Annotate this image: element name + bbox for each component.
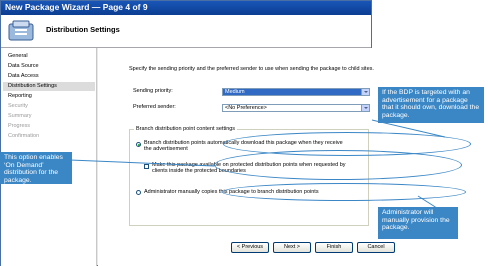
nav-item-distribution-settings[interactable]: Distribution Settings [3,82,95,91]
wizard-package-icon [8,20,34,41]
nav-item-confirmation: Confirmation [8,133,40,139]
cancel-button[interactable]: Cancel [357,242,395,253]
previous-button[interactable]: < Previous [231,242,269,253]
nav-item-data-access[interactable]: Data Access [3,72,95,81]
nav-item-data-source[interactable]: Data Source [3,62,95,71]
callout-manual: Administrator will manually provision th… [378,207,458,239]
chevron-down-icon[interactable] [361,89,369,95]
preferred-sender-value: <No Preference> [225,105,267,111]
manual-copy-radio[interactable] [136,190,141,195]
page-title: Distribution Settings [46,25,120,34]
nav-item-security: Security [8,103,28,109]
finish-button[interactable]: Finish [315,242,353,253]
title-bar[interactable]: New Package Wizard — Page 4 of 9 [1,1,371,15]
preferred-sender-select[interactable]: <No Preference> [222,104,370,112]
sending-priority-select[interactable]: Medium [222,88,370,96]
on-demand-checkbox[interactable] [144,164,149,169]
nav-item-summary: Summary [8,113,32,119]
sending-priority-value: Medium [225,89,245,95]
chevron-down-icon[interactable] [361,105,369,111]
callout-on-demand: This option enables ‘On Demand’ distribu… [0,152,72,184]
nav-item-reporting[interactable]: Reporting [3,92,95,101]
next-button[interactable]: Next > [273,242,311,253]
window-title: New Package Wizard — Page 4 of 9 [5,2,148,12]
page-description: Specify the sending priority and the pre… [129,66,374,72]
nav-item-progress: Progress [8,123,31,129]
sending-priority-label: Sending priority: [133,88,173,94]
annotation-ellipse-on-demand [214,150,462,180]
auto-download-radio[interactable] [136,142,141,147]
preferred-sender-label: Preferred sender: [133,104,176,110]
annotation-ellipse-manual [222,183,466,201]
nav-item-general[interactable]: General [3,52,95,61]
callout-auto-download: If the BDP is targeted with an advertise… [378,87,484,123]
wizard-header: Distribution Settings [1,15,371,48]
branch-group-title: Branch distribution point content settin… [134,126,238,132]
